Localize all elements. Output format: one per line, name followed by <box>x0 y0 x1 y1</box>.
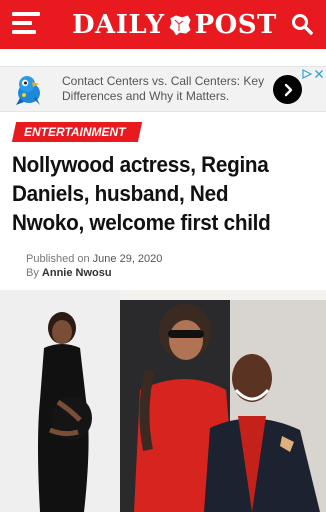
article-featured-image[interactable] <box>0 290 326 512</box>
close-icon[interactable] <box>314 69 324 79</box>
category-label: ENTERTAINMENT <box>24 125 126 139</box>
chevron-right-icon <box>284 83 292 96</box>
author-link[interactable]: Annie Nwosu <box>42 267 112 279</box>
published-prefix: Published on <box>26 253 90 265</box>
ad-info-icon[interactable] <box>302 69 312 79</box>
published-date: June 29, 2020 <box>92 253 163 265</box>
advertisement-banner[interactable]: Contact Centers vs. Call Centers: Key Di… <box>0 66 326 112</box>
ad-headline[interactable]: Contact Centers vs. Call Centers: Key Di… <box>62 74 267 104</box>
byline: By Annie Nwosu <box>26 266 162 280</box>
site-header: DAILY POST <box>0 0 326 49</box>
category-tag[interactable]: ENTERTAINMENT <box>11 122 142 142</box>
logo-text-left: DAILY <box>72 10 165 40</box>
ad-open-button[interactable] <box>273 75 302 104</box>
article-headline: Nollywood actress, Regina Daniels, husba… <box>12 152 271 235</box>
search-icon[interactable] <box>290 12 314 36</box>
logo-text-right: POST <box>194 10 277 40</box>
parrot-logo-icon <box>16 76 40 105</box>
article-meta: Published on June 29, 2020 By Annie Nwos… <box>26 252 162 280</box>
site-logo[interactable]: DAILY POST <box>72 10 277 40</box>
publish-line: Published on June 29, 2020 <box>26 252 162 266</box>
hamburger-menu-icon[interactable] <box>12 12 40 34</box>
by-prefix: By <box>26 267 39 279</box>
nigeria-map-icon <box>168 14 192 37</box>
